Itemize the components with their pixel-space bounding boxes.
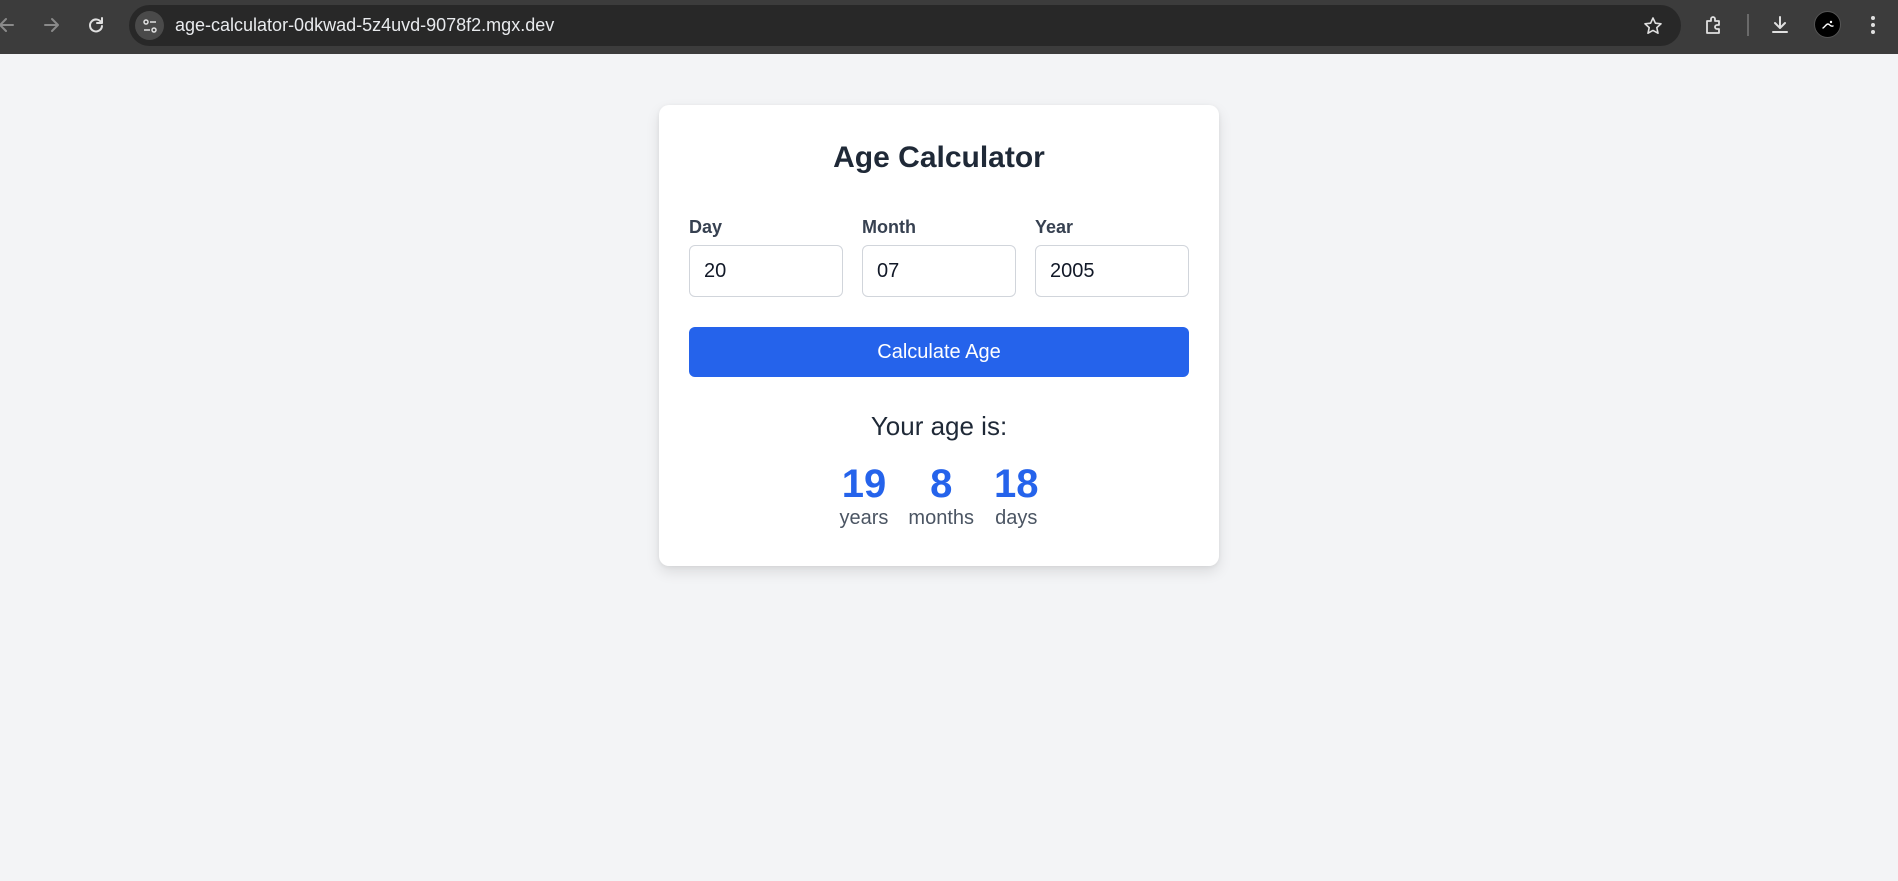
year-label: Year [1035,217,1074,237]
month-input[interactable] [862,245,1016,297]
days-value: 18 [994,462,1039,506]
browser-toolbar: age-calculator-0dkwad-5z4uvd-9078f2.mgx.… [0,0,1898,54]
month-label: Month [862,217,916,237]
month-field: Month [862,217,1016,297]
result-days: 18 days [994,463,1039,530]
toolbar-divider [1747,14,1749,36]
age-result: 19 years 8 months 18 days [659,463,1219,530]
year-input[interactable] [1035,245,1189,297]
bookmark-star-icon[interactable] [1641,14,1665,38]
age-calculator-card: Age Calculator Day Month Year Calculate … [659,105,1219,566]
day-field: Day [689,217,843,297]
days-label: days [995,507,1038,529]
calculate-age-button[interactable]: Calculate Age [689,327,1189,377]
year-field: Year [1035,217,1189,297]
page-title: Age Calculator [833,141,1045,174]
reload-icon[interactable] [83,12,109,38]
site-info-icon[interactable] [135,11,164,40]
months-value: 8 [930,462,953,506]
download-icon[interactable] [1767,12,1793,38]
address-bar[interactable]: age-calculator-0dkwad-5z4uvd-9078f2.mgx.… [129,5,1681,46]
day-label: Day [689,217,723,237]
forward-icon[interactable] [38,12,64,38]
back-icon[interactable] [0,12,20,38]
more-menu-icon[interactable] [1860,12,1886,38]
years-label: years [839,507,889,529]
day-input[interactable] [689,245,843,297]
months-label: months [908,507,974,529]
years-value: 19 [841,462,887,506]
profile-avatar[interactable] [1814,11,1841,38]
result-months: 8 months [908,463,974,530]
result-heading: Your age is: [870,411,1008,441]
result-years: 19 years [840,463,889,530]
extensions-icon[interactable] [1701,12,1727,38]
url-text[interactable]: age-calculator-0dkwad-5z4uvd-9078f2.mgx.… [175,5,554,46]
